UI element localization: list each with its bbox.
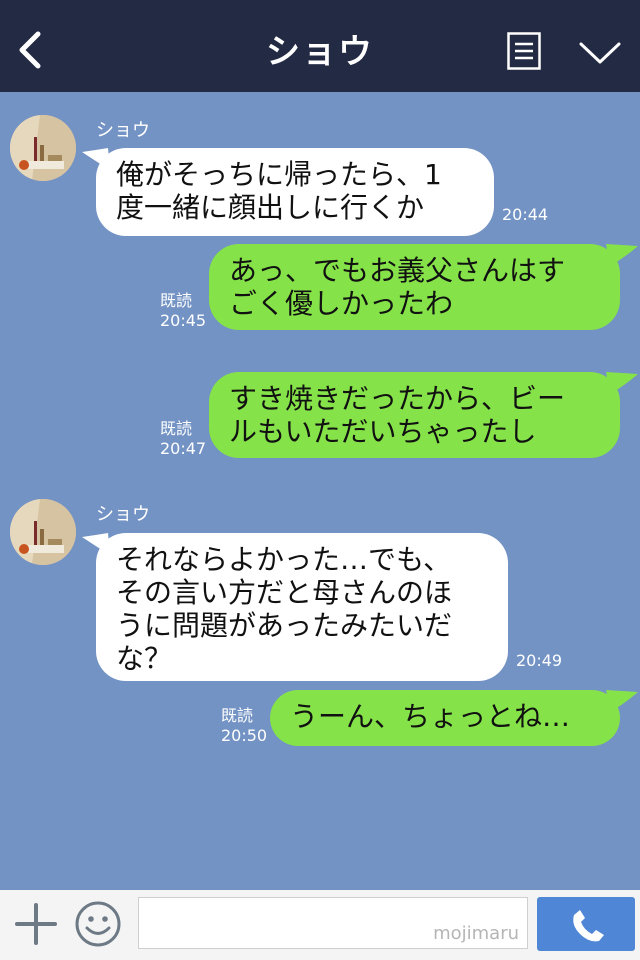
collapse-button[interactable]	[578, 38, 622, 68]
sender-name: ショウ	[96, 504, 150, 525]
avatar-image	[10, 115, 76, 181]
bubble-tail	[606, 372, 638, 394]
emoji-button[interactable]	[74, 900, 122, 948]
message-bubble[interactable]: それならよかった…でも、 その言い方だと母さんのほ うに問題があったみたいだ な…	[96, 533, 508, 681]
avatar[interactable]	[10, 115, 76, 181]
phone-icon	[573, 910, 604, 942]
chat-header: ショウ	[0, 0, 640, 92]
message-time: 20:45	[160, 311, 207, 330]
add-button[interactable]	[14, 902, 58, 946]
message-bubble[interactable]: うーん、ちょっとね…	[270, 690, 620, 746]
list-icon	[507, 32, 541, 70]
read-receipt: 既読	[221, 706, 254, 725]
message-bubble[interactable]: あっ、でもお義父さんはす ごく優しかったわ	[209, 244, 620, 330]
sender-name: ショウ	[96, 120, 150, 141]
read-receipt: 既読	[160, 291, 193, 310]
bubble-tail	[606, 244, 638, 266]
message-time: 20:50	[221, 726, 268, 745]
chevron-down-icon	[579, 42, 621, 64]
avatar-image	[10, 499, 76, 565]
call-button[interactable]	[537, 897, 635, 951]
plus-icon	[15, 903, 57, 945]
watermark: mojimaru	[433, 923, 519, 944]
menu-button[interactable]	[507, 32, 541, 70]
message-bubble[interactable]: 俺がそっちに帰ったら、1 度一緒に顔出しに行くか	[96, 148, 494, 236]
message-time: 20:44	[502, 205, 549, 224]
read-receipt: 既読	[160, 419, 193, 438]
message-time: 20:47	[160, 439, 207, 458]
message-time: 20:49	[516, 651, 563, 670]
chat-title: ショウ	[266, 32, 374, 72]
message-bubble[interactable]: すき焼きだったから、ビー ルもいただいちゃったし	[209, 372, 620, 458]
avatar[interactable]	[10, 499, 76, 565]
smiley-icon	[75, 901, 121, 947]
bubble-tail	[606, 690, 638, 712]
message-input[interactable]: mojimaru	[138, 897, 528, 949]
